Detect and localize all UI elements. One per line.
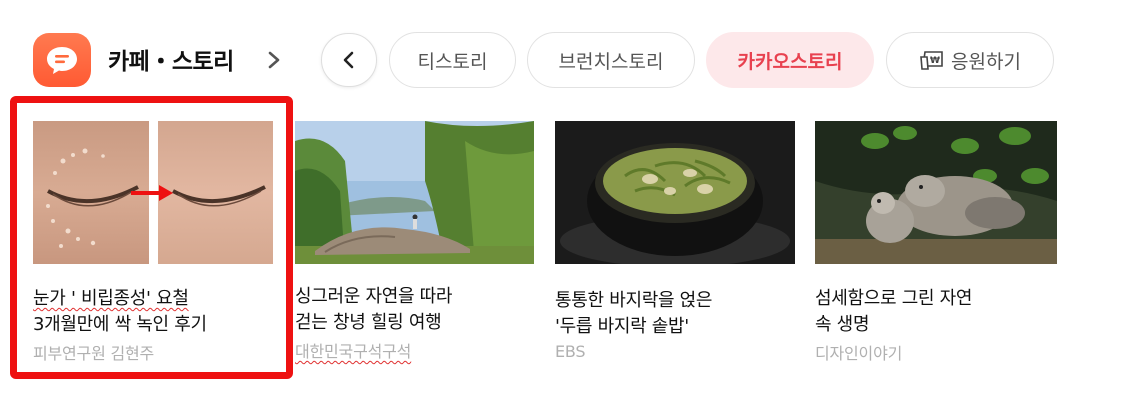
card-title-line: 걷는 창녕 힐링 여행 <box>295 312 442 333</box>
card-source[interactable]: 디자인이야기 <box>815 340 1057 364</box>
card-title-line: 속 생명 <box>815 314 870 335</box>
eye-skin-before-after-image <box>33 121 273 264</box>
card-title[interactable]: 통통한 바지락을 얹은 '두릅 바지락 솥밥' <box>555 288 795 340</box>
tab-tistory[interactable]: 티스토리 <box>389 32 516 88</box>
story-card[interactable]: 싱그러운 자연을 따라 걷는 창녕 힐링 여행 대한민국구석구석 <box>295 121 534 362</box>
section-header: 카페・스토리 티스토리 브런치스토리 카카오스토리 ₩ 응원하기 <box>0 0 1126 110</box>
card-title-line: 싱그러운 자연을 따라 <box>295 286 453 307</box>
tab-brunchstory[interactable]: 브런치스토리 <box>527 32 695 88</box>
tab-label: 응원하기 <box>951 50 1021 73</box>
tab-label: 브런치스토리 <box>558 50 664 73</box>
card-title[interactable]: 눈가 ' 비립종성' 요철 3개월만에 싹 녹인 후기 <box>33 286 273 338</box>
card-source[interactable]: 피부연구원 김현주 <box>33 340 273 364</box>
card-title-line: 섬세함으로 그린 자연 <box>815 288 973 309</box>
card-source[interactable]: 대한민국구석구석 <box>295 338 534 362</box>
stone-bridge-willows-image <box>295 121 534 264</box>
card-thumbnail[interactable] <box>295 121 534 264</box>
card-title-line: 3개월만에 싹 녹인 후기 <box>33 314 207 335</box>
svg-text:₩: ₩ <box>930 56 940 66</box>
kakaostory-app-icon[interactable] <box>33 33 91 87</box>
card-title-line: 눈가 ' 비립종성' 요철 <box>33 288 189 309</box>
tab-label: 티스토리 <box>417 50 488 73</box>
chevron-right-icon[interactable] <box>264 46 284 74</box>
story-card[interactable]: 눈가 ' 비립종성' 요철 3개월만에 싹 녹인 후기 피부연구원 김현주 <box>33 121 273 364</box>
story-card[interactable]: 섬세함으로 그린 자연 속 생명 디자인이야기 <box>815 121 1057 364</box>
story-card[interactable]: 통통한 바지락을 얹은 '두릅 바지락 솥밥' EBS <box>555 121 795 361</box>
card-thumbnail[interactable] <box>33 121 273 264</box>
card-title-line: 통통한 바지락을 얹은 <box>555 290 713 311</box>
tab-kakaostory[interactable]: 카카오스토리 <box>706 32 874 88</box>
card-thumbnail[interactable] <box>815 121 1057 264</box>
card-thumbnail[interactable] <box>555 121 795 264</box>
card-title-line: '두릅 바지락 솥밥' <box>555 316 689 337</box>
card-source[interactable]: EBS <box>555 342 795 361</box>
doves-painting-image <box>815 121 1057 264</box>
card-title[interactable]: 싱그러운 자연을 따라 걷는 창녕 힐링 여행 <box>295 284 534 336</box>
cheer-money-icon: ₩ <box>920 51 943 70</box>
tab-cheer[interactable]: ₩ 응원하기 <box>886 32 1054 88</box>
prev-tabs-button[interactable] <box>321 33 377 87</box>
clam-rice-pot-image <box>555 121 795 264</box>
chevron-left-icon <box>343 51 354 69</box>
speech-bubble-icon <box>47 47 77 74</box>
section-title[interactable]: 카페・스토리 <box>108 42 234 76</box>
tab-label: 카카오스토리 <box>737 50 843 73</box>
card-title[interactable]: 섬세함으로 그린 자연 속 생명 <box>815 286 1057 338</box>
